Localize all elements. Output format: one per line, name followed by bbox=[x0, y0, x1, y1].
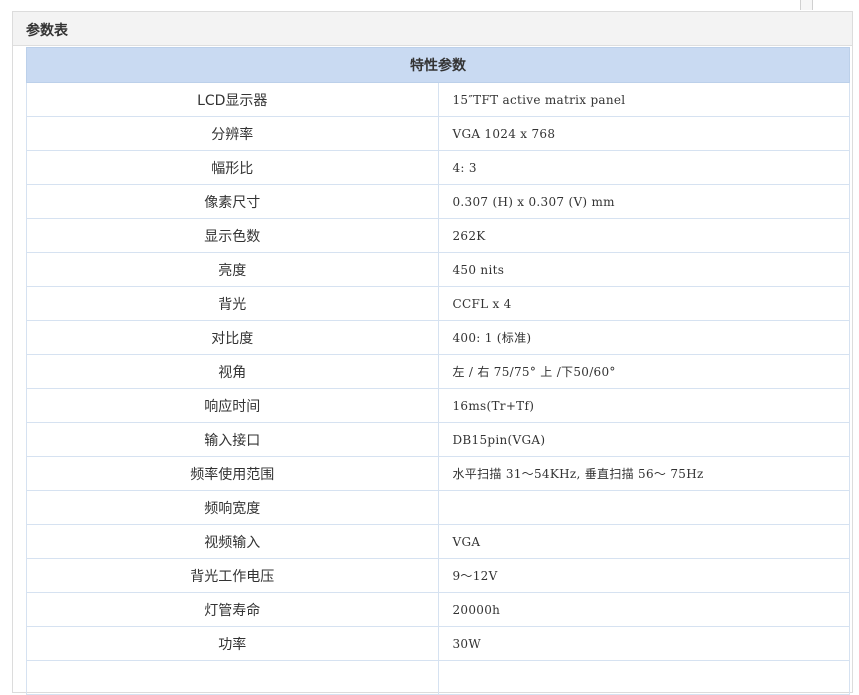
table-row: 分辨率 VGA 1024 x 768 bbox=[26, 116, 850, 151]
params-panel: 参数表 特性参数 LCD显示器 15″TFT active matrix pan… bbox=[12, 11, 853, 695]
scrollbar-stub[interactable] bbox=[800, 0, 813, 10]
table-row: 功率 30W bbox=[26, 626, 850, 661]
params-table: 特性参数 LCD显示器 15″TFT active matrix panel 分… bbox=[26, 47, 850, 695]
row-key: 显示色数 bbox=[26, 218, 439, 253]
table-row: 响应时间 16ms(Tr+Tf) bbox=[26, 388, 850, 423]
table-row: 对比度 400: 1 (标准) bbox=[26, 320, 850, 355]
row-value: CCFL x 4 bbox=[437, 286, 850, 321]
row-value bbox=[437, 490, 850, 525]
table-row: 频响宽度 bbox=[26, 490, 850, 525]
table-row: LCD显示器 15″TFT active matrix panel bbox=[26, 82, 850, 117]
table-row: 视频输入 VGA bbox=[26, 524, 850, 559]
table-row: 幅形比 4: 3 bbox=[26, 150, 850, 185]
row-value: 9～12V bbox=[437, 558, 850, 593]
row-key: 对比度 bbox=[26, 320, 439, 355]
table-row: 背光 CCFL x 4 bbox=[26, 286, 850, 321]
row-key: LCD显示器 bbox=[26, 82, 439, 117]
row-value: 左 / 右 75/75° 上 /下50/60° bbox=[437, 354, 850, 389]
table-row: 像素尺寸 0.307 (H) x 0.307 (V) mm bbox=[26, 184, 850, 219]
panel-header: 参数表 bbox=[13, 12, 852, 46]
row-value: 450 nits bbox=[437, 252, 850, 287]
row-value: VGA 1024 x 768 bbox=[437, 116, 850, 151]
row-value: VGA bbox=[437, 524, 850, 559]
row-key: 功率 bbox=[26, 626, 439, 661]
row-key: 背光 bbox=[26, 286, 439, 321]
row-value: 15″TFT active matrix panel bbox=[437, 82, 850, 117]
row-key: 响应时间 bbox=[26, 388, 439, 423]
row-key: 视频输入 bbox=[26, 524, 439, 559]
row-value: 水平扫描 31～54KHz, 垂直扫描 56～ 75Hz bbox=[437, 456, 850, 491]
row-key: 频响宽度 bbox=[26, 490, 439, 525]
row-value: 30W bbox=[437, 626, 850, 661]
row-key: 分辨率 bbox=[26, 116, 439, 151]
row-value: 16ms(Tr+Tf) bbox=[437, 388, 850, 423]
row-value: 400: 1 (标准) bbox=[437, 320, 850, 355]
row-key: 背光工作电压 bbox=[26, 558, 439, 593]
row-value: 262K bbox=[437, 218, 850, 253]
row-key: 幅形比 bbox=[26, 150, 439, 185]
table-row: 频率使用范围 水平扫描 31～54KHz, 垂直扫描 56～ 75Hz bbox=[26, 456, 850, 491]
table-row: 灯管寿命 20000h bbox=[26, 592, 850, 627]
table-row: 视角 左 / 右 75/75° 上 /下50/60° bbox=[26, 354, 850, 389]
table-row: 显示色数 262K bbox=[26, 218, 850, 253]
row-key: 灯管寿命 bbox=[26, 592, 439, 627]
table-header: 特性参数 bbox=[26, 47, 850, 83]
table-row: 亮度 450 nits bbox=[26, 252, 850, 287]
table-body: LCD显示器 15″TFT active matrix panel 分辨率 VG… bbox=[26, 82, 850, 695]
row-key: 频率使用范围 bbox=[26, 456, 439, 491]
table-row: 背光工作电压 9～12V bbox=[26, 558, 850, 593]
row-value: 0.307 (H) x 0.307 (V) mm bbox=[437, 184, 850, 219]
row-value: 4: 3 bbox=[437, 150, 850, 185]
table-row: 输入接口 DB15pin(VGA) bbox=[26, 422, 850, 457]
row-key: 亮度 bbox=[26, 252, 439, 287]
panel-title: 参数表 bbox=[26, 23, 68, 39]
table-header-row: 特性参数 bbox=[26, 47, 850, 83]
row-key: 视角 bbox=[26, 354, 439, 389]
row-value: DB15pin(VGA) bbox=[437, 422, 850, 457]
row-key: 输入接口 bbox=[26, 422, 439, 457]
row-key: 像素尺寸 bbox=[26, 184, 439, 219]
row-value: 20000h bbox=[437, 592, 850, 627]
